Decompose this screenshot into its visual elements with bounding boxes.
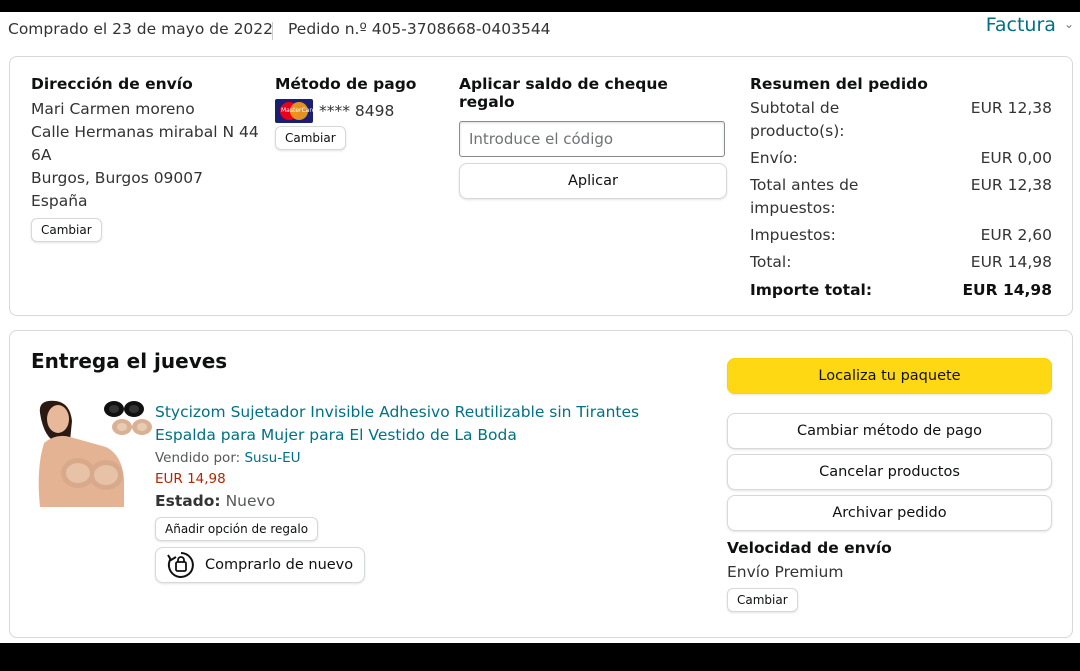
summary-label: Subtotal de producto(s): <box>750 99 845 140</box>
address-line: Burgos, Burgos 09007 <box>31 169 203 187</box>
summary-row: Total: EUR 14,98 <box>750 251 1052 274</box>
summary-value: EUR 2,60 <box>980 226 1052 244</box>
address-line: Mari Carmen moreno <box>31 100 195 118</box>
buy-again-button[interactable]: Comprarlo de nuevo <box>155 547 366 583</box>
seller-link[interactable]: Susu-EU <box>244 450 300 466</box>
address-line: España <box>31 192 88 210</box>
change-address-button[interactable]: Cambiar <box>31 218 102 242</box>
cancel-items-button[interactable]: Cancelar productos <box>727 454 1052 490</box>
buy-again-icon <box>167 552 194 578</box>
payment-card-row: MasterCard **** 8498 <box>275 99 445 123</box>
change-payment-method-button[interactable]: Cambiar método de pago <box>727 413 1052 449</box>
product-details: Stycizom Sujetador Invisible Adhesivo Re… <box>155 401 700 584</box>
summary-row: Envío: EUR 0,00 <box>750 147 1052 170</box>
summary-value: EUR 12,38 <box>970 99 1052 117</box>
shipping-speed-section: Velocidad de envío Envío Premium Cambiar <box>727 539 1052 612</box>
track-package-button[interactable]: Localiza tu paquete <box>727 358 1052 394</box>
apply-button[interactable]: Aplicar <box>459 163 727 199</box>
shipping-address: Mari Carmen moreno Calle Hermanas miraba… <box>31 98 261 213</box>
product-condition: Estado: Nuevo <box>155 492 700 510</box>
sold-by: Vendido por: Susu-EU <box>155 450 700 466</box>
shipping-speed-value: Envío Premium <box>727 563 844 581</box>
shipment-actions: Localiza tu paquete Cambiar método de pa… <box>727 358 1052 612</box>
summary-row: Impuestos: EUR 2,60 <box>750 224 1052 247</box>
add-gift-option-button[interactable]: Añadir opción de regalo <box>155 517 319 541</box>
summary-heading: Resumen del pedido <box>750 75 928 93</box>
summary-label: Total: <box>750 253 792 271</box>
shipping-heading: Dirección de envío <box>31 75 193 93</box>
grand-total-label: Importe total: <box>750 281 873 299</box>
summary-label: Total antes de impuestos: <box>750 176 859 217</box>
shipping-address-section: Dirección de envío Mari Carmen moreno Ca… <box>31 75 261 242</box>
buy-again-label: Comprarlo de nuevo <box>205 557 354 573</box>
delivery-title: Entrega el jueves <box>31 349 228 373</box>
address-line: Calle Hermanas mirabal N 44 <box>31 123 259 141</box>
payment-heading: Método de pago <box>275 75 417 93</box>
invoice-label: Factura <box>985 14 1056 36</box>
gift-card-section: Aplicar saldo de cheque regalo Aplicar <box>459 75 727 199</box>
grand-total-row: Importe total: EUR 14,98 <box>750 279 1052 302</box>
product-image[interactable] <box>36 399 154 507</box>
order-info-card: Dirección de envío Mari Carmen moreno Ca… <box>9 56 1073 316</box>
chevron-down-icon: ⌄ <box>1063 17 1074 31</box>
summary-value: EUR 12,38 <box>970 176 1052 194</box>
product-price: EUR 14,98 <box>155 471 226 487</box>
header-divider <box>272 22 273 40</box>
summary-row: Total antes de impuestos: EUR 12,38 <box>750 174 1052 220</box>
address-line: 6A <box>31 146 52 164</box>
sold-by-label: Vendido por: <box>155 450 241 466</box>
condition-value: Nuevo <box>225 492 276 510</box>
shipment-card: Entrega el jueves Stycizom Sujetador Inv… <box>9 330 1073 638</box>
gift-code-input[interactable] <box>459 121 725 157</box>
summary-label: Impuestos: <box>750 226 836 244</box>
archive-order-button[interactable]: Archivar pedido <box>727 495 1052 531</box>
order-header: Comprado el 23 de mayo de 2022 Pedido n.… <box>8 14 1074 48</box>
shipping-speed-heading: Velocidad de envío <box>727 539 892 557</box>
change-payment-button[interactable]: Cambiar <box>275 126 346 150</box>
summary-label: Envío: <box>750 149 798 167</box>
order-summary-section: Resumen del pedido Subtotal de producto(… <box>750 75 1052 302</box>
summary-row: Subtotal de producto(s): EUR 12,38 <box>750 97 1052 143</box>
order-details-page: Comprado el 23 de mayo de 2022 Pedido n.… <box>0 12 1080 643</box>
summary-value: EUR 14,98 <box>970 253 1052 271</box>
invoice-dropdown[interactable]: Factura ⌄ <box>986 14 1074 36</box>
order-number: Pedido n.º 405-3708668-0403544 <box>288 20 551 38</box>
change-shipping-speed-button[interactable]: Cambiar <box>727 588 798 612</box>
purchase-date: Comprado el 23 de mayo de 2022 <box>8 20 274 38</box>
card-number: **** 8498 <box>319 101 395 120</box>
product-title-link[interactable]: Stycizom Sujetador Invisible Adhesivo Re… <box>155 401 700 447</box>
condition-label: Estado: <box>155 492 221 510</box>
gift-card-heading: Aplicar saldo de cheque regalo <box>459 75 668 111</box>
grand-total-value: EUR 14,98 <box>962 281 1052 299</box>
payment-method-section: Método de pago MasterCard **** 8498 Camb… <box>275 75 445 150</box>
summary-value: EUR 0,00 <box>980 149 1052 167</box>
mastercard-icon: MasterCard <box>275 99 313 123</box>
